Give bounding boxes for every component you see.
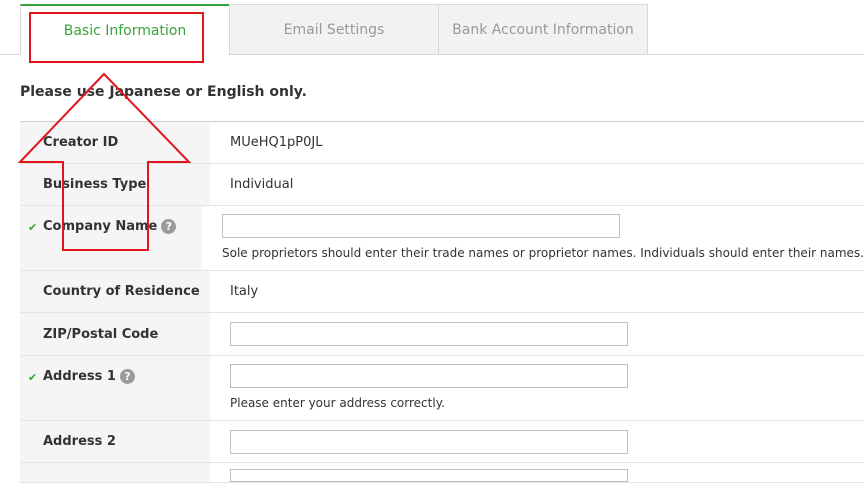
country-row: Country of Residence Italy (20, 271, 864, 313)
zip-label: ZIP/Postal Code (20, 313, 210, 355)
company-name-label: ✔ Company Name ? (20, 206, 203, 270)
creator-id-label-text: Creator ID (43, 135, 119, 150)
business-type-row: Business Type Individual (20, 164, 864, 206)
address2-row: Address 2 (20, 421, 864, 463)
business-type-label-text: Business Type (43, 177, 147, 192)
business-type-label: Business Type (20, 164, 210, 205)
creator-id-value: MUeHQ1pP0JL (230, 135, 323, 150)
next-row-partial (20, 463, 864, 483)
address1-label: ✔ Address 1 ? (20, 356, 210, 420)
company-name-value-cell: Sole proprietors should enter their trad… (202, 206, 864, 270)
business-type-value-cell: Individual (210, 164, 864, 205)
address1-input[interactable] (230, 364, 628, 388)
company-name-input[interactable] (222, 214, 621, 238)
address1-value-cell: Please enter your address correctly. (210, 356, 864, 420)
help-icon[interactable]: ? (119, 369, 135, 384)
zip-label-text: ZIP/Postal Code (43, 326, 159, 342)
tab-bank-account-information[interactable]: Bank Account Information (438, 4, 648, 54)
address2-value-cell (210, 421, 864, 462)
zip-row: ZIP/Postal Code (20, 313, 864, 356)
check-icon: ✔ (28, 371, 38, 384)
address1-hint: Please enter your address correctly. (230, 396, 445, 410)
creator-id-value-cell: MUeHQ1pP0JL (210, 122, 864, 163)
company-name-hint: Sole proprietors should enter their trad… (222, 246, 864, 260)
company-name-label-text: Company Name (43, 219, 158, 234)
address2-label: Address 2 (20, 421, 210, 462)
country-label-text: Country of Residence (43, 284, 200, 299)
creator-id-row: Creator ID MUeHQ1pP0JL (20, 122, 864, 164)
check-icon: ✔ (28, 221, 38, 234)
next-row-input[interactable] (230, 469, 628, 482)
tab-basic-information[interactable]: Basic Information (20, 4, 230, 55)
basic-info-form: Creator ID MUeHQ1pP0JL Business Type Ind… (20, 121, 864, 483)
country-value: Italy (230, 284, 259, 299)
language-notice: Please use Japanese or English only. (20, 84, 307, 100)
address2-input[interactable] (230, 429, 628, 454)
country-value-cell: Italy (210, 271, 864, 312)
creator-id-label: Creator ID (20, 122, 210, 163)
help-icon[interactable]: ? (161, 219, 177, 234)
company-name-row: ✔ Company Name ? Sole proprietors should… (20, 206, 864, 271)
address1-label-text: Address 1 (43, 369, 116, 384)
tab-bar: Basic Information Email Settings Bank Ac… (0, 0, 864, 55)
zip-value-cell (210, 313, 864, 355)
country-label: Country of Residence (20, 271, 210, 312)
business-type-value: Individual (230, 177, 294, 192)
tab-email-settings[interactable]: Email Settings (229, 4, 439, 54)
zip-input[interactable] (230, 322, 628, 346)
address1-row: ✔ Address 1 ? Please enter your address … (20, 356, 864, 421)
address2-label-text: Address 2 (43, 434, 116, 449)
